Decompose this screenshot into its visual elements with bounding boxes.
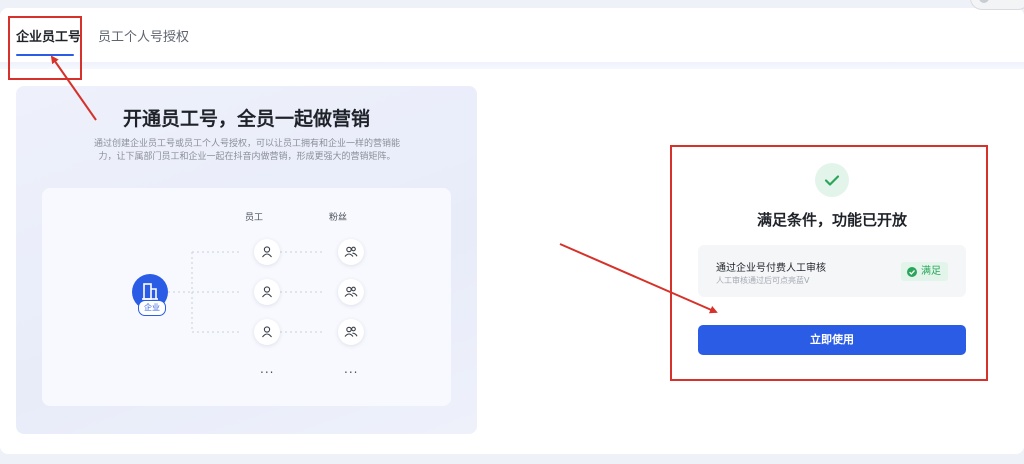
- structure-diagram: 员工 粉丝 企业 ... ...: [42, 188, 451, 406]
- people-icon: [344, 326, 358, 337]
- check-circle-icon: [907, 267, 917, 277]
- condition-status-badge: 满足: [901, 262, 948, 281]
- promo-panel: 开通员工号，全员一起做营销 通过创建企业员工号或员工个人号授权，可以让员工拥有和…: [16, 86, 477, 434]
- person-icon: [262, 286, 272, 298]
- fans-node: [338, 239, 364, 265]
- employee-more-ellipsis: ...: [260, 362, 275, 376]
- person-icon: [262, 246, 272, 258]
- person-icon: [262, 326, 272, 338]
- status-title: 满足条件，功能已开放: [756, 211, 907, 229]
- promo-description: 通过创建企业员工号或员工个人号授权，可以让员工拥有和企业一样的营销能力，让下属部…: [93, 139, 400, 162]
- fans-more-ellipsis: ...: [344, 362, 359, 376]
- condition-badge-label: 满足: [921, 266, 941, 277]
- fans-column-header: 粉丝: [329, 213, 348, 223]
- tab-divider: [0, 62, 1024, 69]
- employee-node: [254, 279, 280, 305]
- top-strip: [0, 0, 1024, 8]
- employee-column-header: 员工: [245, 213, 264, 223]
- annotation-box-tab: [8, 16, 82, 80]
- corner-dot-icon: [979, 0, 989, 3]
- condition-card: 通过企业号付费人工审核 人工审核通过后可点亮蓝V 满足: [698, 245, 966, 297]
- promo-title: 开通员工号，全员一起做营销: [122, 108, 370, 130]
- condition-title: 通过企业号付费人工审核: [716, 263, 826, 274]
- check-icon: [909, 270, 915, 275]
- people-icon: [344, 246, 358, 257]
- check-icon: [824, 175, 840, 186]
- check-circle-icon: [815, 163, 849, 197]
- employee-node: [254, 239, 280, 265]
- fans-node: [338, 279, 364, 305]
- corner-overflow-widget: [970, 0, 1024, 10]
- use-now-button[interactable]: 立即使用: [698, 325, 966, 355]
- tab-personal-authorization[interactable]: 员工个人号授权: [98, 26, 189, 45]
- employee-node: [254, 319, 280, 345]
- fans-node: [338, 319, 364, 345]
- people-icon: [344, 286, 358, 297]
- company-label: 企业: [138, 300, 166, 316]
- condition-subtitle: 人工审核通过后可点亮蓝V: [716, 276, 810, 285]
